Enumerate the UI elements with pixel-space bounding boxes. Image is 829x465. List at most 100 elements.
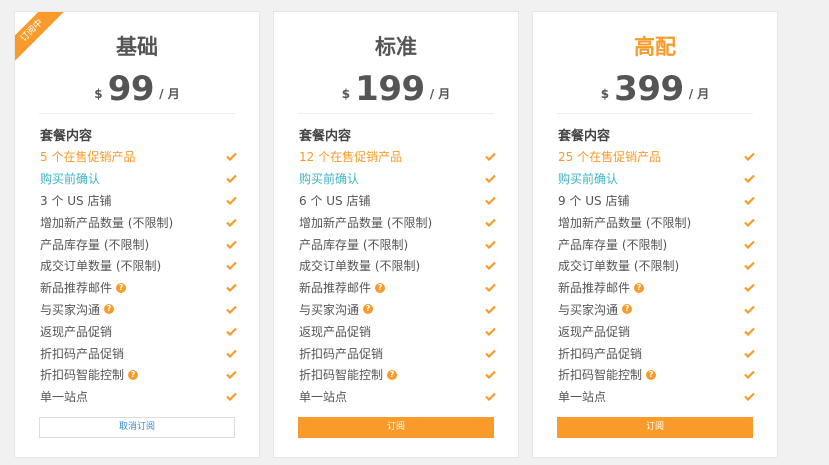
price-period: / 月 [688,87,710,101]
plan-name: 高配 [634,35,676,59]
plan-price: $ 99 / 月 [15,69,259,109]
feature-item: 返现产品促销 [299,320,496,342]
check-icon [485,327,496,336]
feature-item: 新品推荐邮件? [299,277,496,299]
feature-label: 返现产品促销 [40,324,113,339]
feature-item: 折扣码智能控制? [40,364,237,386]
check-icon [485,240,496,249]
feature-item: 折扣码智能控制? [558,364,755,386]
check-icon [485,371,496,380]
feature-label: 成交订单数量 (不限制) [558,259,680,274]
feature-label: 与买家沟通 [558,302,619,317]
feature-label: 产品库存量 (不限制) [299,237,409,252]
check-icon [485,218,496,227]
feature-label: 增加新产品数量 (不限制) [558,215,692,230]
check-icon [744,218,755,227]
plan-price: $ 399 / 月 [533,69,777,109]
feature-label: 购买前确认 [40,172,101,187]
section-title: 套餐内容 [299,129,352,144]
check-icon [744,327,755,336]
feature-label: 购买前确认 [299,172,360,187]
feature-item: 成交订单数量 (不限制) [299,255,496,277]
feature-item: 折扣码产品促销 [40,342,237,364]
price-period: / 月 [429,87,451,101]
feature-label: 折扣码智能控制 [558,368,643,383]
feature-item: 单一站点 [40,386,237,408]
feature-list: 12 个在售促销产品 购买前确认 6 个 US 店铺 增加新产品数量 (不限制)… [299,146,496,408]
feature-item: 产品库存量 (不限制) [40,233,237,255]
feature-label: 成交订单数量 (不限制) [40,259,162,274]
feature-label: 折扣码产品促销 [299,346,384,361]
feature-label: 与买家沟通 [299,302,360,317]
feature-label: 9 个 US 店铺 [558,193,630,208]
feature-item: 3 个 US 店铺 [40,190,237,212]
feature-item: 增加新产品数量 (不限制) [558,211,755,233]
check-icon [226,153,237,162]
feature-label: 5 个在售促销产品 [40,150,136,165]
feature-item: 购买前确认 [299,168,496,190]
check-icon [744,305,755,314]
check-icon [744,283,755,293]
check-icon [226,327,237,336]
currency-symbol: $ [341,87,351,101]
help-icon[interactable]: ? [363,304,374,315]
divider [557,113,753,114]
help-icon[interactable]: ? [128,369,139,380]
check-icon [485,196,496,205]
check-icon [744,240,755,249]
section-title: 套餐内容 [40,129,93,144]
help-icon[interactable]: ? [375,282,386,293]
help-icon[interactable]: ? [646,369,657,380]
feature-label: 6 个 US 店铺 [299,193,371,208]
feature-item: 5 个在售促销产品 [40,146,237,168]
feature-item: 单一站点 [558,386,755,408]
feature-label: 3 个 US 店铺 [40,193,112,208]
unsubscribe-button[interactable]: 取消订阅 [39,417,235,438]
check-icon [226,349,237,358]
divider [39,113,235,114]
feature-list: 25 个在售促销产品 购买前确认 9 个 US 店铺 增加新产品数量 (不限制)… [558,146,755,408]
check-icon [226,305,237,314]
price-amount: 199 [355,69,425,109]
check-icon [226,218,237,227]
help-icon[interactable]: ? [387,369,398,380]
feature-label: 单一站点 [40,390,89,405]
feature-item: 增加新产品数量 (不限制) [40,211,237,233]
help-icon[interactable]: ? [116,282,127,293]
check-icon [744,371,755,380]
check-icon [226,174,237,184]
feature-item: 成交订单数量 (不限制) [558,255,755,277]
check-icon [744,392,755,402]
check-icon [485,283,496,293]
feature-item: 6 个 US 店铺 [299,190,496,212]
feature-item: 9 个 US 店铺 [558,190,755,212]
feature-item: 12 个在售促销产品 [299,146,496,168]
plan-price: $ 199 / 月 [274,69,518,109]
subscribe-button[interactable]: 订阅 [298,417,494,438]
feature-label: 新品推荐邮件 [299,281,372,296]
feature-label: 与买家沟通 [40,302,101,317]
help-icon[interactable]: ? [104,304,115,315]
feature-label: 新品推荐邮件 [558,281,631,296]
feature-item: 购买前确认 [558,168,755,190]
feature-item: 产品库存量 (不限制) [299,233,496,255]
plan-name: 标准 [375,35,417,59]
check-icon [485,153,496,162]
divider [298,113,494,114]
feature-item: 与买家沟通? [40,299,237,321]
feature-label: 折扣码智能控制 [299,368,384,383]
feature-label: 产品库存量 (不限制) [558,237,668,252]
subscribe-button[interactable]: 订阅 [557,417,753,438]
check-icon [226,196,237,205]
section-title: 套餐内容 [558,129,611,144]
help-icon[interactable]: ? [622,304,633,315]
feature-label: 折扣码产品促销 [40,346,125,361]
check-icon [485,305,496,314]
feature-item: 成交订单数量 (不限制) [40,255,237,277]
feature-item: 折扣码智能控制? [299,364,496,386]
feature-label: 返现产品促销 [558,324,631,339]
feature-label: 返现产品促销 [299,324,372,339]
help-icon[interactable]: ? [634,282,645,293]
feature-label: 折扣码产品促销 [558,346,643,361]
feature-item: 单一站点 [299,386,496,408]
